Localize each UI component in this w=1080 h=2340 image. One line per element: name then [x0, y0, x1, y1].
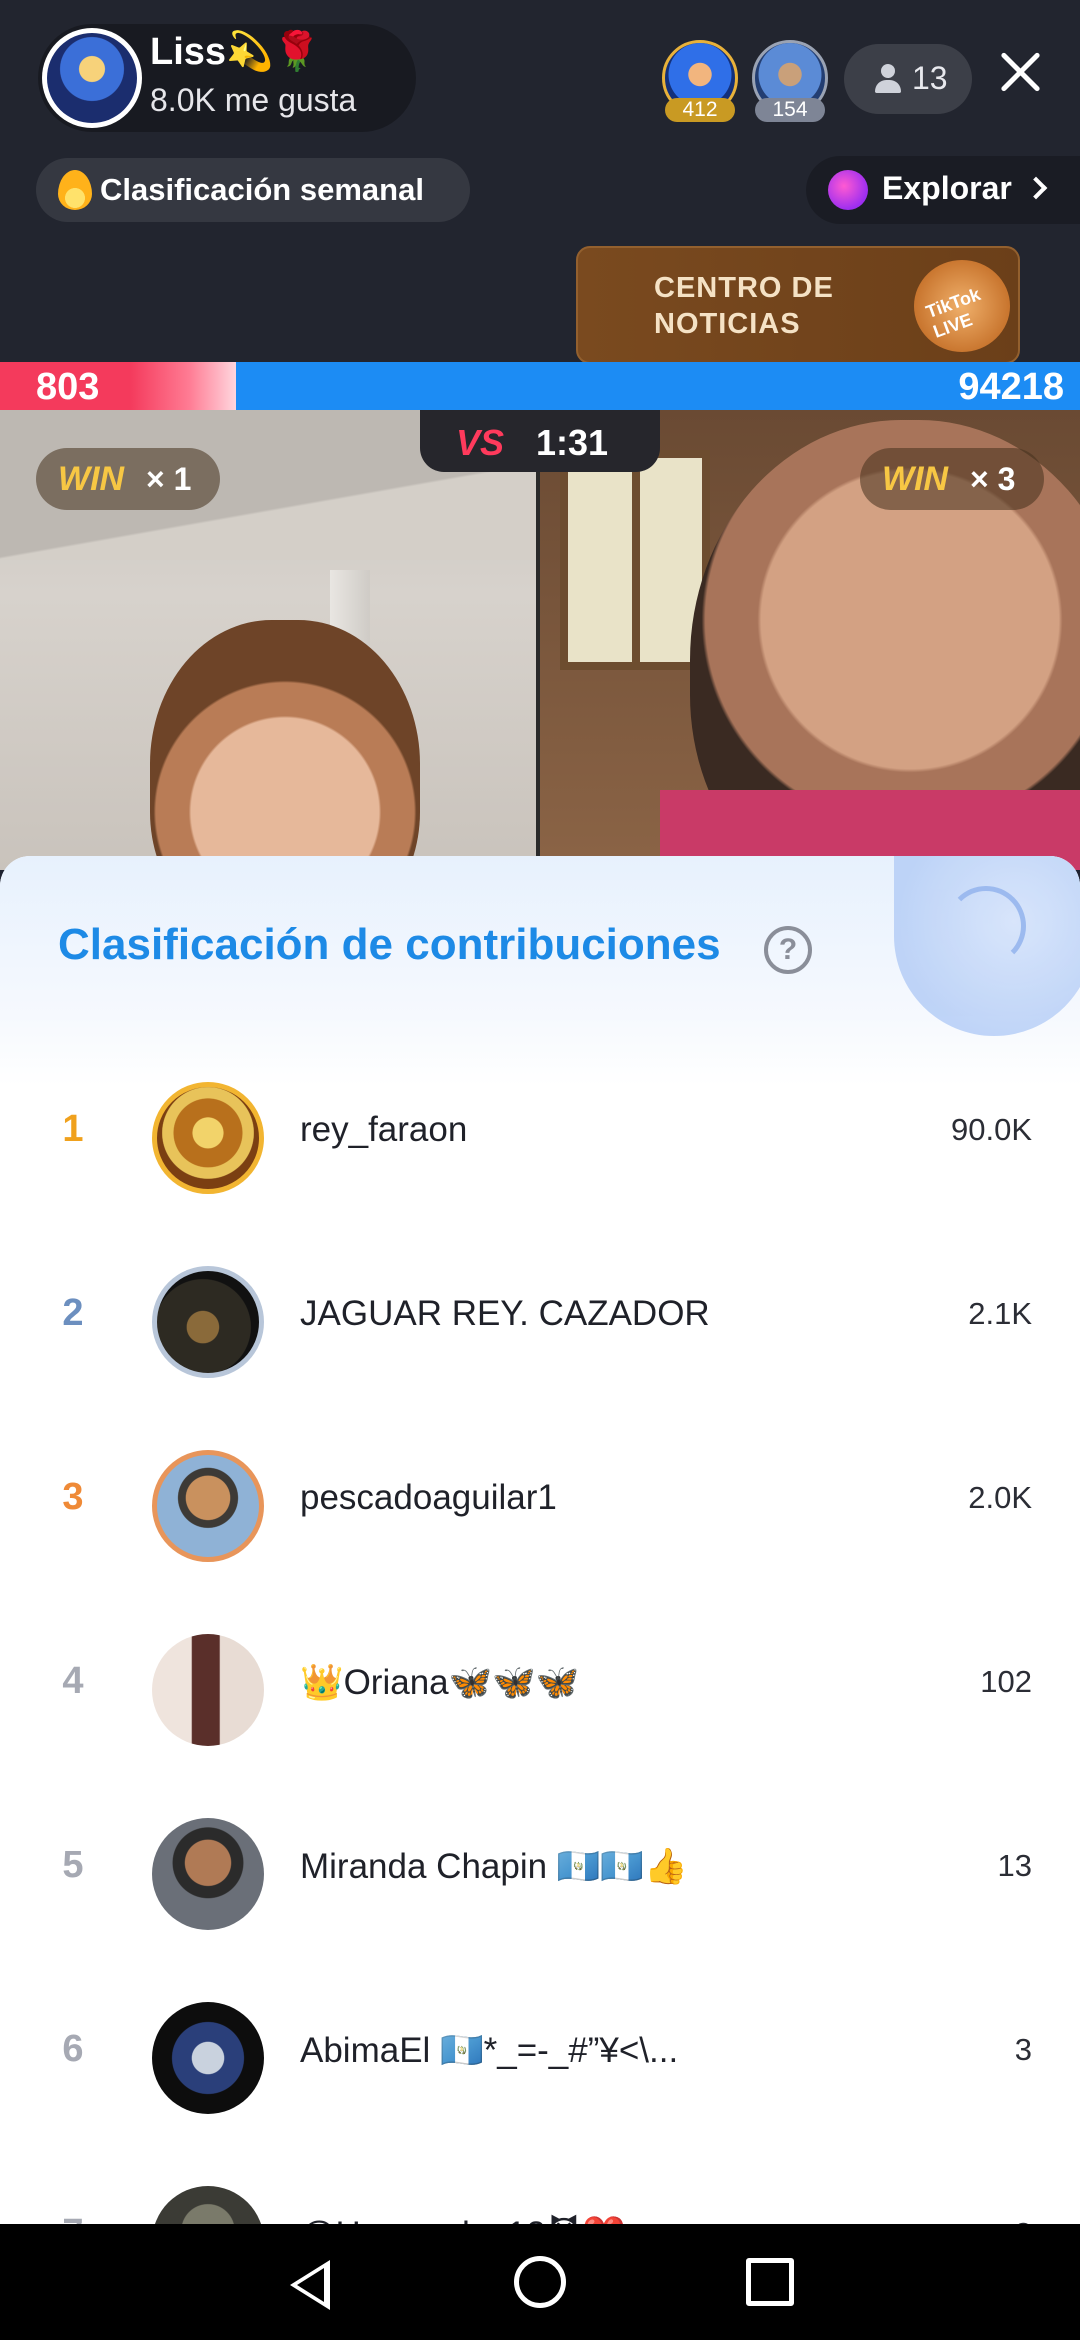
win-count: × 1	[146, 461, 192, 497]
battle-video-area[interactable]: VS 1:31 WIN × 1 WIN × 3	[0, 410, 1080, 870]
viewer-count: 13	[912, 60, 948, 96]
contributor-name: 👑Oriana🦋🦋🦋	[300, 1663, 580, 1702]
list-item[interactable]: 1 rey_faraon 90.0K	[0, 1046, 1080, 1230]
contribution-score: 2.0K	[968, 1480, 1032, 1515]
explore-label: Explorar	[882, 170, 1012, 206]
contribution-score: 13	[997, 1848, 1032, 1883]
question-circle-icon[interactable]: ?	[764, 926, 812, 974]
avatar[interactable]	[152, 2186, 264, 2224]
avatar[interactable]	[152, 1266, 264, 1378]
right-win-streak: WIN × 3	[860, 448, 1044, 510]
avatar[interactable]	[152, 1818, 264, 1930]
timer-text: 1:31	[536, 422, 609, 463]
host-likes: 8.0K me gusta	[150, 82, 357, 118]
list-item[interactable]: 6 AbimaEl 🇬🇹*_=-_#”¥<\... 3	[0, 1966, 1080, 2150]
weekly-ranking-label: Clasificación semanal	[100, 172, 424, 207]
host-avatar[interactable]	[42, 28, 142, 128]
rank-number: 6	[62, 2028, 84, 2070]
rank-number: 5	[62, 1844, 84, 1886]
list-item[interactable]: 7 @Hernandez12😈❤️ 3	[0, 2150, 1080, 2224]
weekly-ranking-button[interactable]: Clasificación semanal	[36, 158, 470, 222]
rank-number: 2	[62, 1292, 84, 1334]
list-item[interactable]: 4 👑Oriana🦋🦋🦋 102	[0, 1598, 1080, 1782]
contribution-score: 2.1K	[968, 1296, 1032, 1331]
battle-score-bar: 803 94218	[0, 362, 1080, 410]
contribution-score: 90.0K	[950, 1112, 1032, 1147]
contributor-name: AbimaEl 🇬🇹*_=-_#”¥<\...	[300, 2031, 679, 2070]
tiktok-live-logo: TikTok LIVE	[914, 260, 1010, 352]
sheet-title: Clasificación de contribuciones	[58, 920, 721, 969]
live-stream-screen: Liss💫🌹 8.0K me gusta 412 154 13 Clasific…	[0, 0, 1080, 2340]
vs-icon: VS	[456, 422, 505, 463]
avatar[interactable]	[152, 2002, 264, 2114]
contributor-name: Miranda Chapin 🇬🇹🇬🇹👍	[300, 1847, 688, 1886]
battle-timer: VS 1:31	[420, 410, 660, 472]
rank-number: 3	[62, 1476, 84, 1518]
news-center-banner[interactable]: CENTRO DE NOTICIAS TikTok LIVE	[576, 246, 1020, 364]
win-label: WIN	[882, 460, 949, 498]
top-viewer-badge-2: 154	[755, 98, 825, 122]
contributor-name: pescadoaguilar1	[300, 1478, 557, 1517]
right-score: 94218	[958, 366, 1064, 408]
planet-icon	[828, 170, 868, 210]
back-triangle-icon[interactable]	[284, 2258, 338, 2312]
win-label: WIN	[58, 460, 125, 498]
contribution-score: 102	[980, 1664, 1032, 1699]
contribution-ranking-sheet: Clasificación de contribuciones ? 1 rey_…	[0, 856, 1080, 2224]
contributor-name: JAGUAR REY. CAZADOR	[300, 1294, 710, 1333]
avatar[interactable]	[152, 1450, 264, 1562]
explore-button[interactable]: Explorar	[806, 156, 1080, 224]
recents-square-icon[interactable]	[746, 2258, 794, 2306]
home-circle-icon[interactable]	[514, 2256, 566, 2308]
live-header: Liss💫🌹 8.0K me gusta 412 154 13 Clasific…	[0, 0, 1080, 365]
list-item[interactable]: 5 Miranda Chapin 🇬🇹🇬🇹👍 13	[0, 1782, 1080, 1966]
contribution-score: 3	[1015, 2216, 1032, 2224]
avatar[interactable]	[152, 1634, 264, 1746]
contributor-name: @Hernandez12😈❤️	[300, 2214, 626, 2224]
contribution-score: 3	[1014, 2032, 1032, 2067]
list-item[interactable]: 2 JAGUAR REY. CAZADOR 2.1K	[0, 1230, 1080, 1414]
avatar[interactable]	[152, 1082, 264, 1194]
video-divider	[536, 410, 540, 870]
top-viewer-badge-1: 412	[665, 98, 735, 122]
rank-number: 1	[62, 1108, 84, 1150]
system-nav-bar	[0, 2224, 1080, 2340]
fire-icon	[58, 170, 92, 210]
rank-number: 7	[58, 2212, 88, 2224]
left-score: 803	[36, 366, 100, 408]
host-name: Liss💫🌹	[150, 31, 321, 73]
close-icon[interactable]	[990, 42, 1050, 102]
chevron-right-icon	[1024, 176, 1048, 200]
news-banner-text: CENTRO DE NOTICIAS	[654, 272, 834, 340]
left-win-streak: WIN × 1	[36, 448, 220, 510]
rank-number: 4	[62, 1660, 84, 1702]
viewer-count-button[interactable]: 13	[844, 44, 972, 114]
win-count: × 3	[970, 461, 1016, 497]
list-item[interactable]: 3 pescadoaguilar1 2.0K	[0, 1414, 1080, 1598]
contributor-name: rey_faraon	[300, 1110, 468, 1149]
person-icon	[874, 64, 902, 94]
